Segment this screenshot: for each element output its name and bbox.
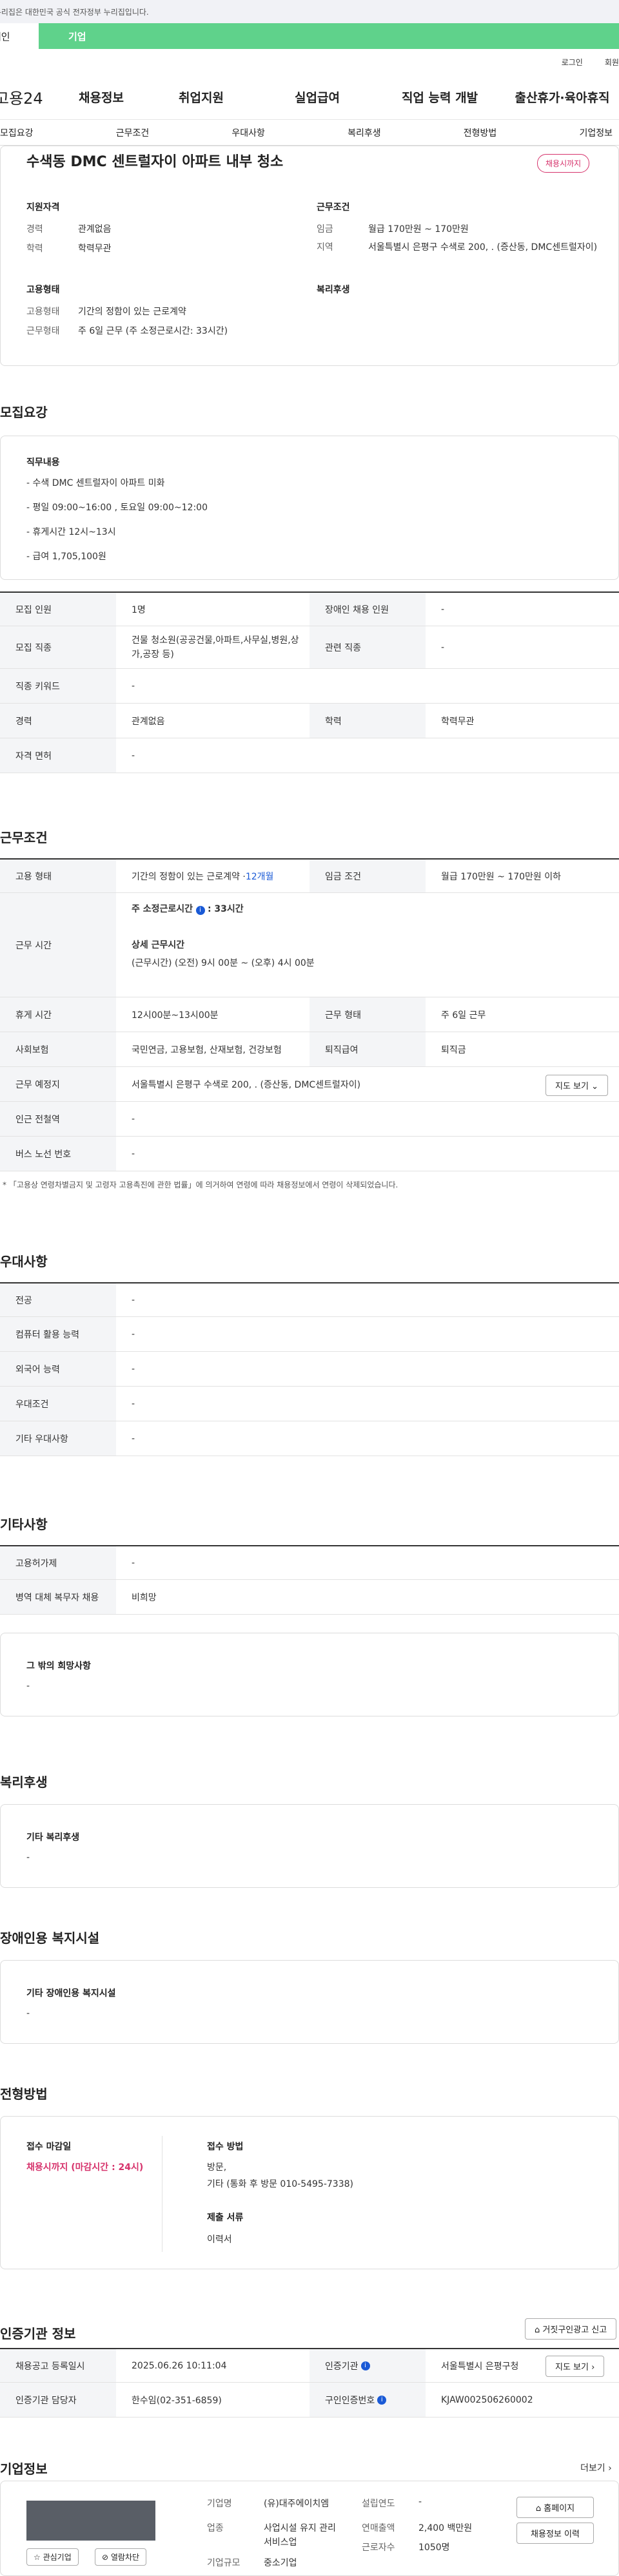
qual-label: 지원자격	[26, 202, 60, 213]
emptype-item: 고용형태 기간의 정함이 있는 근로계약	[26, 307, 186, 317]
wage-item: 임금 월급 170만원 ~ 170만원	[317, 224, 469, 235]
disab-title: 장애인용 복지시설	[0, 1930, 100, 1946]
table-row: 경력 관계없음 학력 학력무관	[0, 704, 619, 738]
tab-preference[interactable]: 우대사항	[231, 126, 265, 139]
age-note: * 「고용상 연령차별금지 및 고령자 고용촉진에 관한 법률」에 의거하여 연…	[3, 1180, 398, 1189]
duty-line: - 평일 09:00~16:00 , 토요일 09:00~12:00	[26, 503, 208, 513]
worktype-item: 근무형태 주 6일 근무 (주 소정근로시간: 33시간)	[26, 326, 228, 336]
site-logo[interactable]: 고용24	[0, 86, 66, 108]
table-row: 사회보험 국민연금, 고용보험, 산재보험, 건강보험 퇴직급여 퇴직금	[0, 1032, 619, 1067]
table-row: 고용허가제 -	[0, 1545, 619, 1580]
table-row: 모집 직종 건물 청소원(공공건물,아파트,사무실,병원,상가,공장 등) 관련 …	[0, 626, 619, 669]
region-item: 지역 서울특별시 은평구 수색로 200, . (증산동, DMC센트럴자이)	[317, 242, 598, 253]
table-row: 채용공고 등록일시 2025.06.26 10:11:04 인증기관 i 서울특별…	[0, 2348, 619, 2383]
table-row: 인증기관 담당자 한수임(02-351-6859) 구인인증번호 i KJAW00…	[0, 2383, 619, 2417]
map-button[interactable]: 지도 보기 ⌄	[545, 1075, 609, 1096]
table-row: 자격 면허 -	[0, 738, 619, 773]
report-button[interactable]: ⌂ 거짓구인광고 신고	[525, 2318, 617, 2340]
tab-company[interactable]: 기업정보	[579, 126, 613, 139]
tab-recruit[interactable]: 모집요강	[0, 126, 34, 139]
other-card: 그 밖의 희망사항 -	[0, 1633, 619, 1716]
fav-button[interactable]: ☆ 관심기업	[26, 2548, 79, 2566]
table-row: 외국어 능력 -	[0, 1352, 619, 1387]
info-icon[interactable]: i	[377, 2395, 387, 2405]
welfare-title: 복리후생	[0, 1774, 48, 1790]
login-link[interactable]: 로그인	[562, 57, 583, 68]
chevron-right-icon: ›	[608, 2463, 612, 2474]
tab-selection[interactable]: 전형방법	[464, 126, 497, 139]
agency-title: 인증기관 정보	[0, 2326, 76, 2341]
block-button[interactable]: ⊘ 열람차단	[95, 2548, 147, 2566]
home-icon: ⌂	[535, 2325, 540, 2335]
job-title: 수색동 DMC 센트럴자이 아파트 내부 청소	[26, 154, 284, 170]
star-icon: ☆	[34, 2553, 41, 2562]
welfare-label: 복리후생	[317, 285, 350, 295]
table-row: 기타 우대사항 -	[0, 1421, 619, 1456]
table-row: 근무 예정지 서울특별시 은평구 수색로 200, . (증산동, DMC센트럴자…	[0, 1067, 619, 1102]
work-title: 근무조건	[0, 830, 48, 845]
select-title: 전형방법	[0, 2086, 48, 2102]
table-row: 고용 형태 기간의 정함이 있는 근로계약 · 12개월 임금 조건 월급 170…	[0, 858, 619, 893]
section-tabs: 모집요강 근무조건 우대사항 복리후생 전형방법 기업정보	[0, 120, 619, 146]
pref-title: 우대사항	[0, 1254, 48, 1269]
table-row: 휴게 시간 12시00분~13시00분 근무 형태 주 6일 근무	[0, 997, 619, 1032]
home-icon: ⌂	[535, 2504, 542, 2514]
select-card: 접수 마감일 채용시까지 (마감시간 : 24시) 접수 방법 방문, 기타 (…	[0, 2116, 619, 2269]
homepage-button[interactable]: ⌂ 홈페이지	[516, 2497, 594, 2518]
table-row: 버스 노선 번호 -	[0, 1137, 619, 1171]
disab-card: 기타 장애인용 복지시설 -	[0, 1960, 619, 2044]
table-row: 직종 키워드 -	[0, 669, 619, 704]
welfare-card: 기타 복리후생 -	[0, 1804, 619, 1888]
table-row: 병역 대체 복무자 채용 비희망	[0, 1580, 619, 1615]
deadline-value: 채용시까지 (마감시간 : 24시)	[26, 2162, 144, 2173]
edu-item: 학력 학력무관	[26, 244, 112, 254]
recruit-title: 모집요강	[0, 405, 48, 420]
table-row: 인근 전철역 -	[0, 1102, 619, 1137]
tab-company[interactable]: 기업	[39, 23, 619, 49]
nav-unemployment[interactable]: 실업급여	[266, 88, 369, 106]
nav-support[interactable]: 취업지원	[137, 88, 266, 106]
gov-banner: 이 누리집은 대한민국 공식 전자정부 누리집입니다.	[0, 0, 619, 23]
tab-welfare[interactable]: 복리후생	[348, 126, 381, 139]
emp-label: 고용형태	[26, 285, 60, 295]
agency-map-button[interactable]: 지도 보기 ›	[545, 2356, 605, 2377]
gov-banner-text: 이 누리집은 대한민국 공식 전자정부 누리집입니다.	[0, 7, 149, 17]
chevron-right-icon: ›	[591, 2363, 595, 2372]
main-nav: 고용24 채용정보 취업지원 실업급여 직업 능력 개발 출산휴가·육아휴직	[0, 75, 619, 120]
table-row: 컴퓨터 활용 능력 -	[0, 1317, 619, 1352]
tab-person[interactable]: 개인	[0, 23, 39, 49]
company-logo	[26, 2501, 155, 2541]
duty-line: - 급여 1,705,100원	[26, 552, 106, 562]
table-row: 전공 -	[0, 1282, 619, 1317]
duty-line: - 수색 DMC 센트럴자이 아파트 미화	[26, 478, 165, 488]
table-row: 우대조건 -	[0, 1387, 619, 1421]
job-history-button[interactable]: 채용정보 이력	[516, 2523, 594, 2544]
utility-menu: 로그인 회원가입	[0, 49, 619, 75]
duty-label: 직무내용	[26, 457, 60, 468]
duty-line: - 휴게시간 12시~13시	[26, 527, 116, 537]
user-type-tabs: 개인 기업	[0, 23, 619, 49]
company-title: 기업정보	[0, 2461, 48, 2477]
summary-card: 수색동 DMC 센트럴자이 아파트 내부 청소 채용시까지 지원자격 경력 관계없…	[0, 146, 619, 366]
deadline-badge: 채용시까지	[537, 154, 590, 173]
info-icon[interactable]: i	[195, 906, 205, 915]
cond-label: 근무조건	[317, 202, 350, 213]
info-icon[interactable]: i	[360, 2361, 370, 2370]
nav-jobs[interactable]: 채용정보	[66, 88, 137, 106]
nav-training[interactable]: 직업 능력 개발	[369, 88, 511, 106]
table-row: 근무 시간 주 소정근로시간 i : 33시간 상세 근무시간 (근무시간) (…	[0, 893, 619, 997]
table-row: 모집 인원 1명 장애인 채용 인원 -	[0, 591, 619, 626]
chevron-down-icon: ⌄	[591, 1082, 599, 1091]
tab-conditions[interactable]: 근무조건	[116, 126, 150, 139]
duty-card: 직무내용 - 수색 DMC 센트럴자이 아파트 미화 - 평일 09:00~16…	[0, 436, 619, 580]
content: 수색동 DMC 센트럴자이 아파트 내부 청소 채용시까지 지원자격 경력 관계없…	[0, 146, 619, 2576]
join-link[interactable]: 회원가입	[605, 57, 619, 68]
block-icon: ⊘	[102, 2553, 109, 2562]
company-card: ☆ 관심기업 ⊘ 열람차단 기업명 (유)대주에이치엠 업종 사업시설 유지 관…	[0, 2481, 619, 2576]
nav-parental-leave[interactable]: 출산휴가·육아휴직	[511, 88, 614, 106]
career-item: 경력 관계없음	[26, 224, 112, 235]
contract-months: 12개월	[245, 871, 274, 882]
more-link[interactable]: 더보기 ›	[580, 2461, 612, 2474]
etc-title: 기타사항	[0, 1517, 48, 1532]
